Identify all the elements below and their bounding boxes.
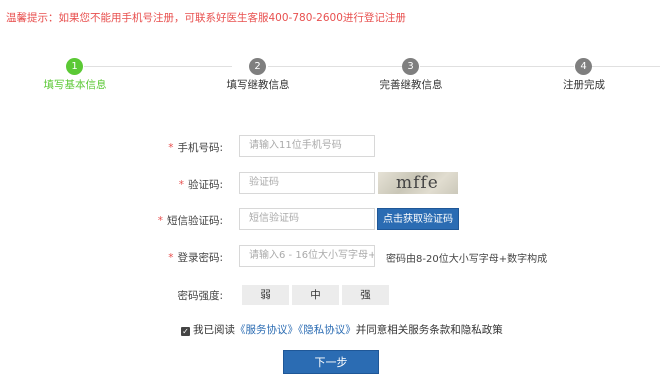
agreement-prefix: 我已阅读 bbox=[193, 324, 235, 336]
step-progress: 1 填写基本信息 2 填写继教信息 3 完善继教信息 4 注册完成 bbox=[0, 56, 660, 96]
next-step-button[interactable]: 下一步 bbox=[283, 350, 379, 374]
privacy-agreement-link[interactable]: 《隐私协议》 bbox=[298, 324, 356, 336]
captcha-label: * 验证码: bbox=[179, 177, 223, 192]
agree-checkbox[interactable]: ✓ bbox=[181, 327, 190, 336]
phone-input[interactable]: 请输入11位手机号码 bbox=[239, 135, 375, 157]
step-2-circle: 2 bbox=[249, 58, 266, 75]
step-2-label: 填写继教信息 bbox=[226, 79, 290, 91]
required-mark: * bbox=[168, 252, 174, 264]
strength-medium: 中 bbox=[292, 285, 339, 305]
password-label-text: 登录密码: bbox=[177, 252, 223, 264]
required-mark: * bbox=[178, 179, 184, 191]
captcha-label-text: 验证码: bbox=[187, 179, 223, 191]
step-connector bbox=[420, 66, 574, 67]
step-3-label: 完善继教信息 bbox=[379, 79, 443, 91]
phone-label: * 手机号码: bbox=[168, 140, 223, 155]
step-1-label: 填写基本信息 bbox=[43, 79, 107, 91]
phone-label-text: 手机号码: bbox=[177, 142, 223, 154]
password-hint: 密码由8-20位大小写字母+数字构成 bbox=[386, 254, 548, 265]
agreement-row: ✓ 我已阅读《服务协议》《隐私协议》并同意相关服务条款和隐私政策 bbox=[181, 322, 503, 337]
captcha-image[interactable]: mffe bbox=[378, 172, 458, 194]
password-input[interactable]: 请输入6 - 16位大小写字母+ bbox=[239, 245, 375, 267]
password-strength-label: 密码强度: bbox=[177, 290, 223, 302]
strength-weak: 弱 bbox=[242, 285, 289, 305]
captcha-input[interactable]: 验证码 bbox=[239, 172, 375, 194]
step-connector bbox=[268, 66, 402, 67]
registration-notice: 温馨提示：如果您不能用手机号注册，可联系好医生客服400-780-2600进行登… bbox=[6, 12, 406, 24]
step-1-circle: 1 bbox=[66, 58, 83, 75]
required-mark: * bbox=[168, 142, 174, 154]
step-connector bbox=[84, 66, 232, 67]
agreement-suffix: 并同意相关服务条款和隐私政策 bbox=[355, 324, 503, 336]
step-3-circle: 3 bbox=[402, 58, 419, 75]
get-sms-code-button[interactable]: 点击获取验证码 bbox=[377, 208, 459, 230]
step-4-label: 注册完成 bbox=[563, 79, 605, 91]
sms-code-input[interactable]: 短信验证码 bbox=[239, 208, 375, 230]
strength-strong: 强 bbox=[342, 285, 389, 305]
sms-code-label: * 短信验证码: bbox=[158, 213, 223, 228]
password-label: * 登录密码: bbox=[168, 250, 223, 265]
sms-code-label-text: 短信验证码: bbox=[166, 215, 223, 227]
step-connector bbox=[592, 66, 660, 67]
step-4-circle: 4 bbox=[575, 58, 592, 75]
required-mark: * bbox=[157, 215, 163, 227]
service-agreement-link[interactable]: 《服务协议》 bbox=[235, 324, 298, 336]
